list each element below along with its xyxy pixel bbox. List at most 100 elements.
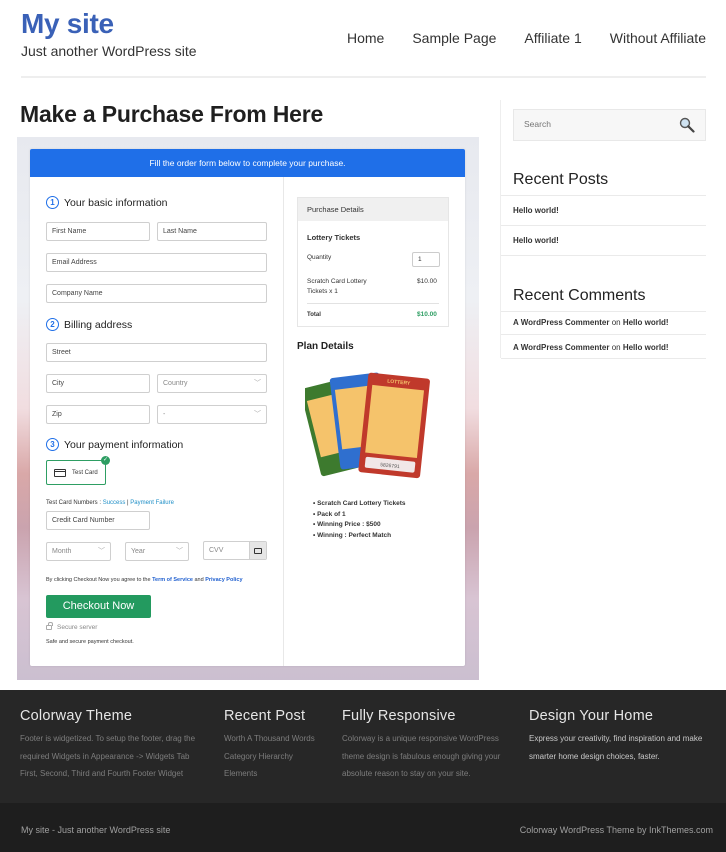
main-nav: Home Sample Page Affiliate 1 Without Aff… — [319, 30, 706, 46]
credit-card-icon — [54, 468, 66, 477]
step-label: Your basic information — [64, 196, 168, 209]
comment-post-link[interactable]: Hello world! — [623, 318, 669, 327]
plan-feature: Pack of 1 — [313, 510, 405, 521]
step-billing: 2 Billing address — [46, 318, 132, 331]
widget-divider — [501, 195, 706, 196]
footer-col-title: Design Your Home — [529, 708, 654, 724]
comment-author-link[interactable]: A WordPress Commenter — [513, 343, 609, 352]
step-number: 1 — [46, 196, 59, 209]
comment-post-link[interactable]: Hello world! — [623, 343, 669, 352]
lock-icon — [46, 622, 53, 630]
secure-server-label: Secure server — [57, 624, 98, 631]
footer-post-link[interactable]: Category Hierarchy — [224, 748, 334, 766]
form-right-column: Purchase Details Lottery Tickets Quantit… — [285, 177, 465, 666]
recent-comments-title: Recent Comments — [513, 287, 646, 304]
city-input[interactable]: City — [46, 374, 150, 393]
comment-author-link[interactable]: A WordPress Commenter — [513, 318, 609, 327]
footer-text: smarter home design choices, faster. — [529, 751, 660, 761]
total-value: $10.00 — [417, 311, 437, 318]
footer-post-link[interactable]: Elements — [224, 765, 334, 783]
year-select-value: Year — [131, 548, 146, 555]
quantity-input[interactable]: 1 — [412, 252, 440, 267]
step-basic-info: 1 Your basic information — [46, 196, 168, 209]
footer-col-title: Fully Responsive — [342, 708, 456, 724]
widget-divider — [501, 311, 706, 312]
footer-post-link[interactable]: Worth A Thousand Words — [224, 730, 334, 748]
footer-text: Footer is widgetized. To setup the foote… — [20, 734, 196, 743]
last-name-input[interactable]: Last Name — [157, 222, 267, 241]
footer-text: absolute reason to stay on your site. — [342, 769, 471, 778]
ticket-red: 5826791 LOTTERY — [358, 372, 430, 479]
country-select[interactable]: Country ﹀ — [157, 374, 267, 393]
recent-comment: A WordPress Commenter on Hello world! — [513, 318, 669, 327]
year-select[interactable]: Year ﹀ — [125, 542, 189, 561]
recent-post-link[interactable]: Hello world! — [513, 236, 559, 245]
line-item-price: $10.00 — [417, 278, 437, 285]
footer-col-recent-post: Recent Post Worth A Thousand Words Categ… — [224, 708, 334, 783]
purchase-divider — [307, 303, 439, 304]
site-title[interactable]: My site — [21, 8, 114, 40]
footer-col-responsive: Fully Responsive Colorway is a unique re… — [342, 708, 522, 783]
terms-link[interactable]: Term of Service — [152, 577, 193, 583]
first-name-input[interactable]: First Name — [46, 222, 150, 241]
nav-without-affiliate[interactable]: Without Affiliate — [610, 30, 706, 46]
search-icon[interactable] — [679, 117, 695, 133]
widget-divider — [501, 358, 706, 359]
widget-divider — [501, 225, 706, 226]
footer-text: required Widgets in Appearance -> Widget… — [20, 751, 190, 761]
purchase-details: Purchase Details Lottery Tickets Quantit… — [297, 197, 449, 327]
plan-feature: Scratch Card Lottery Tickets — [313, 499, 405, 510]
footer-col-title: Colorway Theme — [20, 708, 133, 724]
nav-affiliate-1[interactable]: Affiliate 1 — [524, 30, 581, 46]
test-card-label: Test Card Numbers : — [46, 500, 103, 506]
footer-col-title: Recent Post — [224, 708, 306, 724]
footer-text: Colorway is a unique responsive WordPres… — [342, 734, 499, 743]
test-card-numbers: Test Card Numbers : Success | Payment Fa… — [46, 500, 174, 506]
footer-text: First, Second, Third and Fourth Footer W… — [20, 769, 184, 778]
footer-theme-credit[interactable]: Colorway WordPress Theme by InkThemes.co… — [520, 825, 713, 835]
cvv-input[interactable]: CVV — [203, 541, 267, 560]
nav-home[interactable]: Home — [347, 30, 384, 46]
footer-bottom-bar: My site - Just another WordPress site Co… — [0, 803, 726, 852]
month-select[interactable]: Month ﹀ — [46, 542, 111, 561]
street-input[interactable]: Street — [46, 343, 267, 362]
card-number-input[interactable]: Credit Card Number — [46, 511, 150, 530]
state-select[interactable]: - ﹀ — [157, 405, 267, 424]
company-input[interactable]: Company Name — [46, 284, 267, 303]
nav-sample-page[interactable]: Sample Page — [412, 30, 496, 46]
lottery-tickets-image: 5826791 LOTTERY — [305, 372, 430, 479]
order-form-card: Fill the order form below to complete yo… — [30, 149, 465, 666]
footer-col-design-home: Design Your Home Express your creativity… — [529, 708, 724, 765]
chevron-down-icon: ﹀ — [254, 380, 261, 387]
form-banner: Fill the order form below to complete yo… — [30, 149, 465, 177]
secure-server: Secure server — [46, 622, 98, 631]
step-label: Your payment information — [64, 438, 184, 451]
agree-prefix: By clicking Checkout Now you agree to th… — [46, 577, 153, 583]
zip-input[interactable]: Zip — [46, 405, 150, 424]
product-name: Lottery Tickets — [307, 233, 361, 242]
search-input[interactable] — [524, 119, 664, 129]
comment-on: on — [609, 343, 623, 352]
site-tagline: Just another WordPress site — [21, 43, 197, 59]
privacy-link[interactable]: Privacy Policy — [205, 577, 242, 583]
checkout-now-button[interactable]: Checkout Now — [46, 595, 151, 618]
recent-post-link[interactable]: Hello world! — [513, 206, 559, 215]
test-success-link[interactable]: Success — [103, 500, 126, 506]
plan-feature: Winning : Perfect Match — [313, 531, 405, 542]
test-failure-link[interactable]: Payment Failure — [130, 500, 174, 506]
step-payment: 3 Your payment information — [46, 438, 183, 451]
email-input[interactable]: Email Address — [46, 253, 267, 272]
widget-divider — [501, 334, 706, 335]
payment-option-test-card[interactable]: Test Card ✓ — [46, 456, 110, 485]
plan-features: Scratch Card Lottery Tickets Pack of 1 W… — [313, 499, 405, 541]
step-number: 2 — [46, 318, 59, 331]
plan-feature: Winning Price : $500 — [313, 520, 405, 531]
search-box — [513, 109, 706, 141]
month-select-value: Month — [52, 548, 72, 555]
quantity-label: Quantity — [307, 254, 332, 261]
plan-details-title: Plan Details — [297, 341, 354, 352]
line-item-name-1: Scratch Card Lottery — [307, 278, 367, 285]
header-divider — [21, 76, 706, 78]
safe-checkout-text: Safe and secure payment checkout. — [46, 639, 134, 645]
footer-widgets: Colorway Theme Footer is widgetized. To … — [0, 690, 726, 803]
